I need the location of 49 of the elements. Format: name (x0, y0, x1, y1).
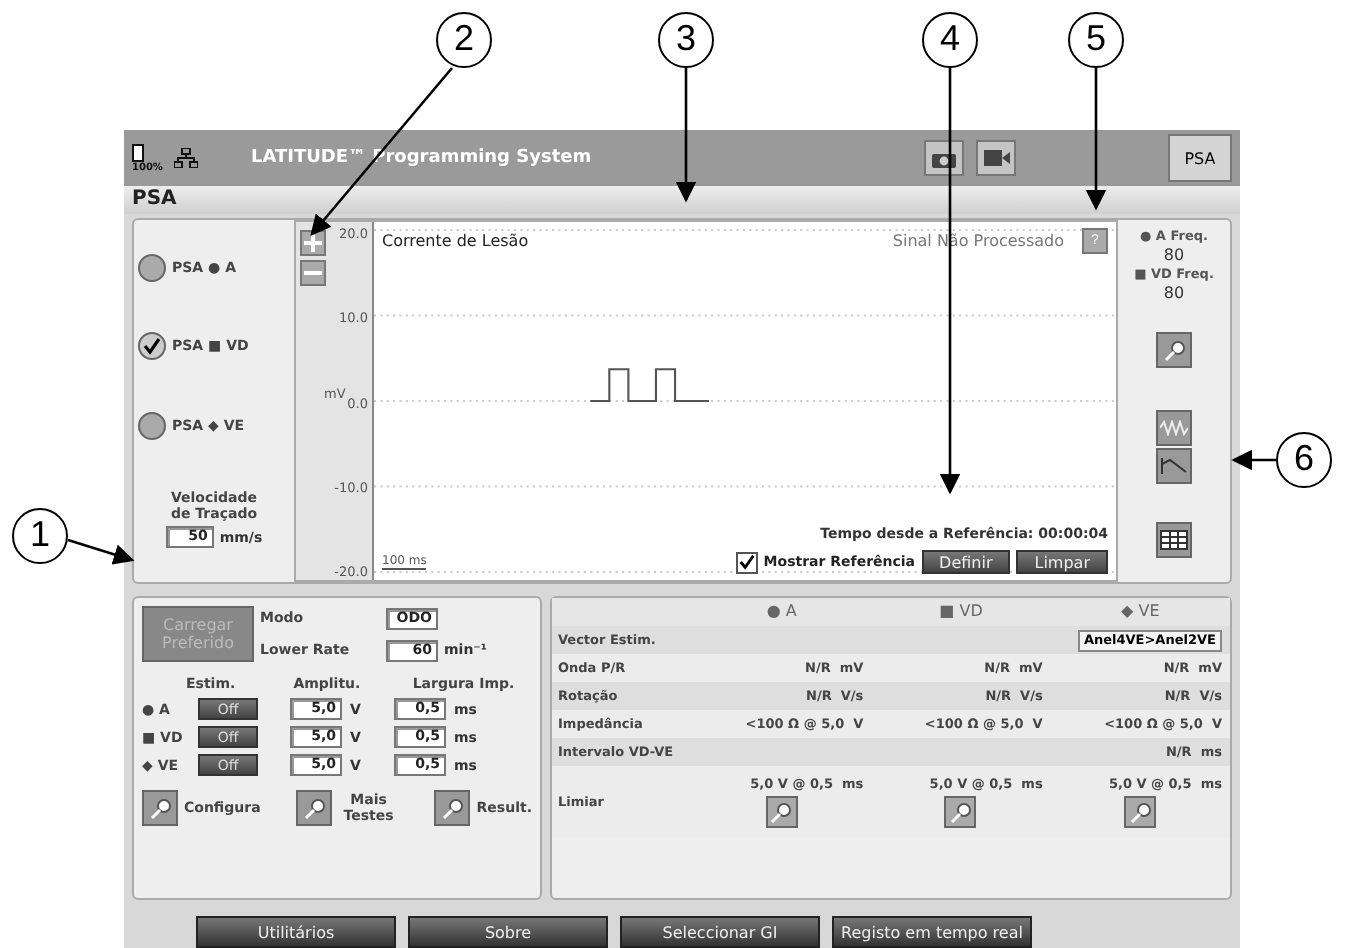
nav-button[interactable]: Utilitários (196, 916, 396, 948)
zoom-out-icon[interactable] (299, 260, 325, 286)
leader-arrow (1231, 449, 1276, 471)
rate-value: 80 (1163, 246, 1185, 264)
zoom-in-icon[interactable] (299, 230, 325, 256)
magnifier-button[interactable] (1156, 332, 1192, 368)
magnifier-icon (303, 797, 326, 819)
magnifier-button[interactable] (1124, 796, 1157, 828)
reference-checkbox[interactable] (735, 551, 758, 573)
magnifier-button[interactable] (944, 796, 977, 828)
leader-arrow (675, 68, 697, 203)
rate-value: 80 (1163, 284, 1185, 302)
table-view-icon[interactable] (1156, 522, 1192, 558)
magnifier-icon (441, 797, 464, 819)
leader-arrow (67, 538, 135, 565)
check-icon (142, 336, 162, 357)
column-header: ◆ VE (1050, 598, 1230, 626)
trace-button[interactable]: Limpar (1016, 550, 1108, 574)
callout-number: 1 (12, 508, 68, 564)
callout-number: 4 (922, 12, 978, 68)
magnifier-icon (949, 801, 972, 823)
section-title: PSA (124, 186, 1240, 214)
trace-title: Corrente de Lesão (382, 232, 529, 250)
camera-icon[interactable] (924, 140, 964, 176)
nav-button[interactable]: Sobre (408, 916, 608, 948)
magnifier-button[interactable] (765, 796, 798, 828)
magnifier-icon (770, 801, 793, 823)
battery-icon (132, 142, 144, 162)
nav-button[interactable]: Registo em tempo real (832, 916, 1032, 948)
waveform-trace (590, 368, 709, 403)
column-header: ● A (692, 598, 872, 626)
app-title: LATITUDE™ Programming System (250, 148, 594, 168)
check-icon (737, 552, 756, 572)
mode-button[interactable]: PSA (1168, 134, 1232, 182)
magnifier-icon (1129, 801, 1152, 823)
magnifier-icon (1163, 339, 1185, 361)
magnifier-icon (149, 797, 171, 819)
callout-number: 6 (1276, 432, 1332, 488)
waveform-view-icon[interactable] (1156, 410, 1192, 446)
leader-arrow (1085, 68, 1107, 211)
callout-number: 3 (658, 12, 714, 68)
callout-number: 5 (1068, 12, 1124, 68)
column-header: ■ VD (871, 598, 1051, 626)
video-camera-icon[interactable] (976, 140, 1016, 176)
nav-button[interactable]: Seleccionar GI (620, 916, 820, 948)
trace-button[interactable]: Definir (921, 550, 1011, 574)
callout-number: 2 (436, 12, 492, 68)
trend-view-icon[interactable] (1156, 448, 1192, 484)
network-icon (174, 148, 199, 168)
